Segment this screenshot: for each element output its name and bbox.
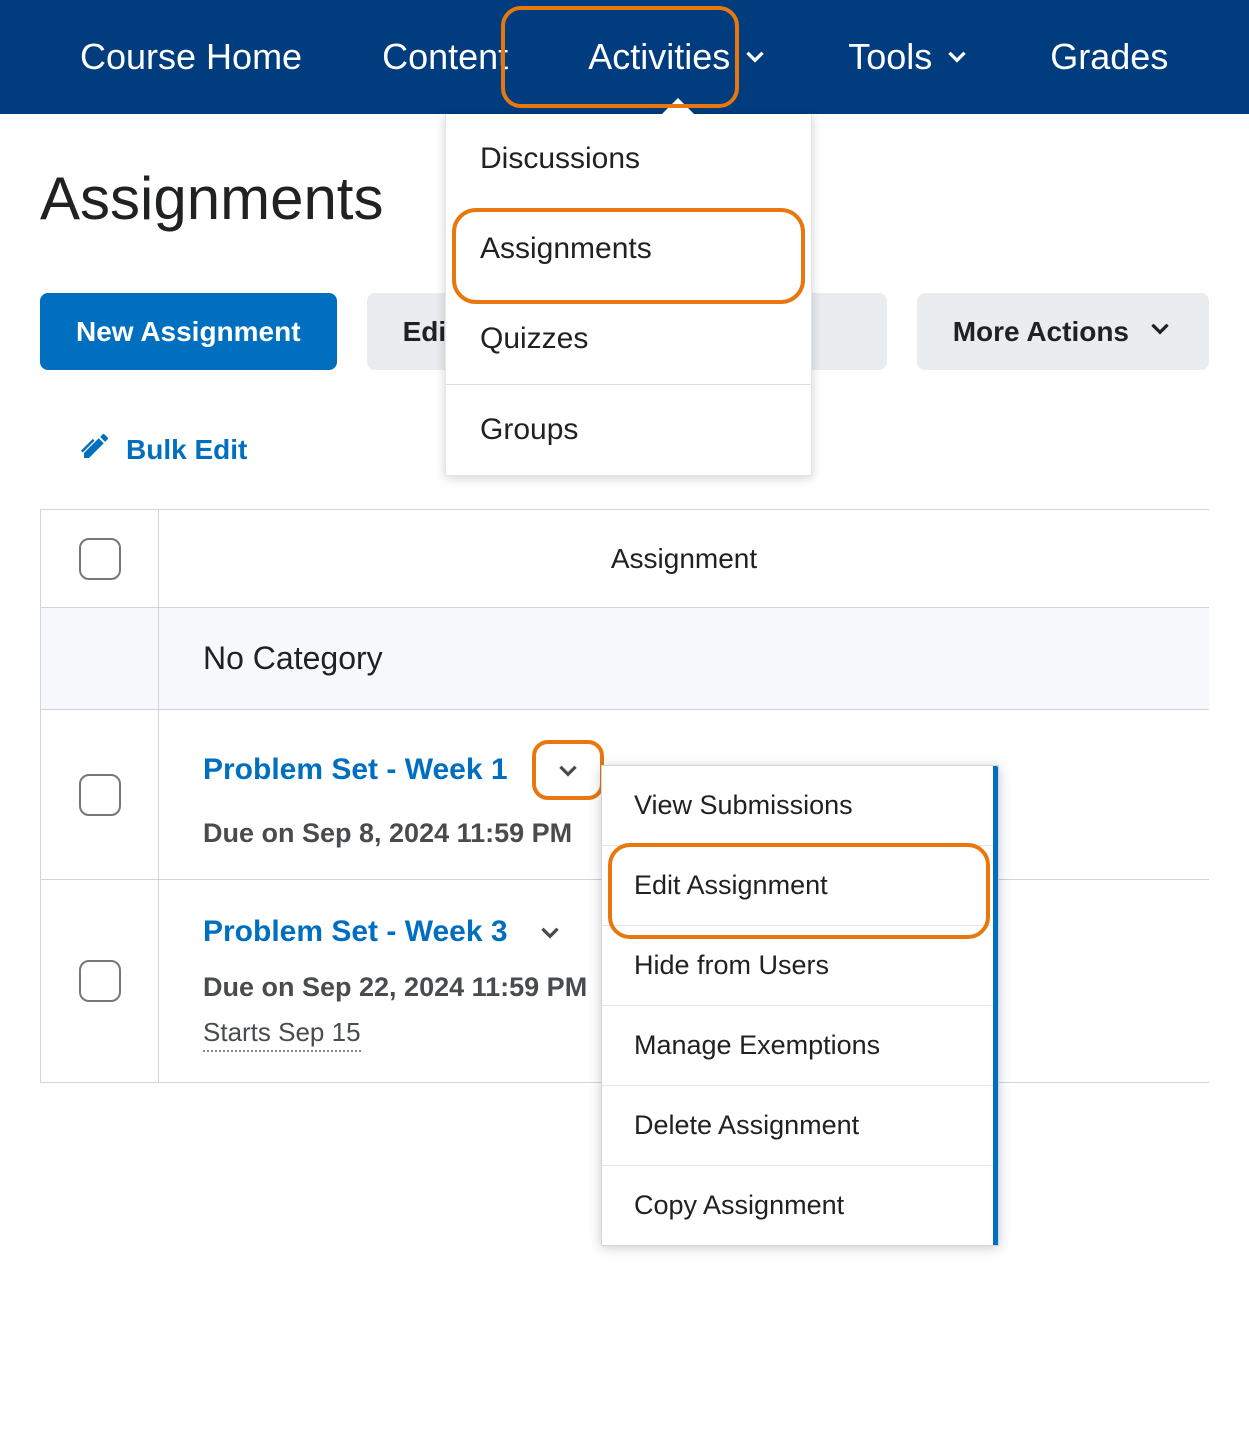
select-all-checkbox[interactable] xyxy=(79,538,121,580)
chevron-down-icon xyxy=(1147,315,1173,348)
bulk-edit-label: Bulk Edit xyxy=(126,434,247,466)
category-label: No Category xyxy=(159,608,1209,709)
row-checkbox[interactable] xyxy=(79,774,121,816)
nav-grades[interactable]: Grades xyxy=(1010,0,1208,114)
ctx-edit-assignment[interactable]: Edit Assignment xyxy=(602,846,993,926)
row-actions-button[interactable] xyxy=(528,910,572,954)
nav-tools-label: Tools xyxy=(848,36,932,78)
assignment-link[interactable]: Problem Set - Week 3 xyxy=(203,915,508,949)
row-chk-cell xyxy=(41,880,159,1082)
pencil-icon xyxy=(80,430,112,469)
category-chk-cell xyxy=(41,608,159,709)
assignment-link[interactable]: Problem Set - Week 1 xyxy=(203,753,508,787)
row-checkbox[interactable] xyxy=(79,960,121,1002)
dropdown-item-discussions[interactable]: Discussions xyxy=(446,114,811,204)
select-all-cell xyxy=(41,510,159,607)
chevron-down-icon xyxy=(944,36,970,78)
dropdown-item-assignments[interactable]: Assignments xyxy=(446,204,811,294)
highlight-row-chevron xyxy=(532,740,604,800)
nav-tools[interactable]: Tools xyxy=(808,0,1010,114)
new-assignment-button[interactable]: New Assignment xyxy=(40,293,337,370)
page-body: Assignments Discussions Assignments Quiz… xyxy=(0,114,1249,1123)
nav-content-label: Content xyxy=(382,36,508,78)
activities-dropdown: Discussions Assignments Quizzes Groups xyxy=(445,114,812,476)
ctx-hide-from-users[interactable]: Hide from Users xyxy=(602,926,993,1006)
starts-text: Starts Sep 15 xyxy=(203,1017,361,1052)
dropdown-item-quizzes[interactable]: Quizzes xyxy=(446,294,811,384)
table-header: Assignment xyxy=(41,510,1209,608)
more-actions-button[interactable]: More Actions xyxy=(917,293,1209,370)
ctx-copy-assignment[interactable]: Copy Assignment xyxy=(602,1166,993,1245)
ctx-delete-assignment[interactable]: Delete Assignment xyxy=(602,1086,993,1166)
ctx-view-submissions[interactable]: View Submissions xyxy=(602,766,993,846)
nav-course-home[interactable]: Course Home xyxy=(40,0,342,114)
nav-content[interactable]: Content xyxy=(342,0,548,114)
assignment-context-menu: View Submissions Edit Assignment Hide fr… xyxy=(601,765,999,1246)
row-actions-button[interactable] xyxy=(546,748,590,792)
nav-activities[interactable]: Activities xyxy=(548,0,808,114)
header-assignment: Assignment xyxy=(159,510,1209,607)
nav-grades-label: Grades xyxy=(1050,36,1168,78)
row-chk-cell xyxy=(41,710,159,879)
top-navbar: Course Home Content Activities Tools Gra… xyxy=(0,0,1249,114)
chevron-down-icon xyxy=(742,36,768,78)
dropdown-item-groups[interactable]: Groups xyxy=(446,384,811,475)
more-actions-label: More Actions xyxy=(953,316,1129,348)
nav-activities-label: Activities xyxy=(588,36,730,78)
category-row: No Category xyxy=(41,608,1209,710)
nav-course-home-label: Course Home xyxy=(80,36,302,78)
ctx-manage-exemptions[interactable]: Manage Exemptions xyxy=(602,1006,993,1086)
